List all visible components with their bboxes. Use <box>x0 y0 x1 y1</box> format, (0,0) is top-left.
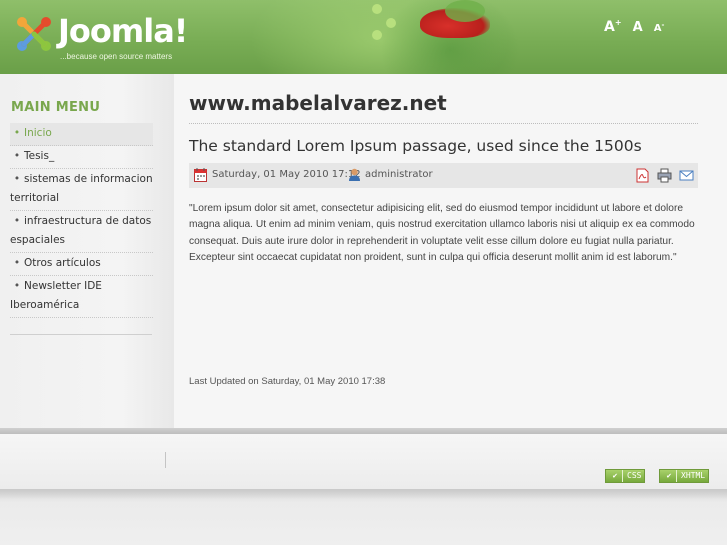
menu-item-label[interactable]: Otros artículos <box>24 257 101 269</box>
bullet-icon: • <box>13 127 21 139</box>
page-title: www.mabelalvarez.net <box>189 91 447 115</box>
menu-divider <box>10 334 152 335</box>
badge-label: XHTML <box>676 470 705 482</box>
frog-illustration <box>445 0 485 22</box>
check-icon: ✔ <box>666 471 672 480</box>
menu-item-label[interactable]: sistemas de informacion territorial <box>10 173 153 204</box>
article-date: Saturday, 01 May 2010 17:12 <box>212 169 361 180</box>
footer-separator <box>165 452 166 468</box>
bullet-icon: • <box>13 257 21 269</box>
print-icon[interactable] <box>657 168 672 183</box>
main-wrapper: MAIN MENU • Inicio • Tesis_ • sistemas de i… <box>0 74 727 432</box>
menu-item-label[interactable]: Newsletter IDE Iberoamérica <box>10 280 102 311</box>
email-icon[interactable] <box>679 168 694 183</box>
decrease-font-button[interactable]: A- <box>654 21 665 34</box>
xhtml-valid-badge[interactable]: ✔ XHTML <box>659 469 710 483</box>
main-menu: • Inicio • Tesis_ • sistemas de informacion… <box>10 123 153 318</box>
sidebar: MAIN MENU • Inicio • Tesis_ • sistemas de i… <box>0 74 174 432</box>
menu-item-inicio[interactable]: • Inicio <box>10 123 153 146</box>
check-icon: ✔ <box>612 471 618 480</box>
css-valid-badge[interactable]: ✔ CSS <box>605 469 646 483</box>
site-header: Joomla! ...because open source matters A… <box>0 0 727 74</box>
increase-font-button[interactable]: A+ <box>604 18 622 35</box>
site-footer: ✔ CSS ✔ XHTML <box>0 434 727 489</box>
pdf-icon[interactable] <box>635 168 650 183</box>
bottom-shade <box>0 489 727 499</box>
frog-toe <box>386 18 396 28</box>
menu-item-tesis[interactable]: • Tesis_ <box>10 146 153 169</box>
article-body: "Lorem ipsum dolor sit amet, consectetur… <box>189 203 695 263</box>
bullet-icon: • <box>13 215 21 227</box>
article-tools <box>633 168 694 184</box>
article-meta-bar: Saturday, 01 May 2010 17:12 administrato… <box>189 163 698 188</box>
menu-item-sistemas-de-informacion[interactable]: • sistemas de informacion territorial <box>10 169 153 211</box>
logo-tagline: ...because open source matters <box>60 52 173 61</box>
calendar-icon <box>194 168 207 182</box>
user-icon <box>349 168 360 181</box>
font-size-controls: A+ A A- <box>604 16 670 35</box>
bullet-icon: • <box>13 150 21 162</box>
bullet-icon: • <box>13 280 21 292</box>
menu-item-infraestructura-de-datos[interactable]: • infraestructura de datos espaciales <box>10 211 153 253</box>
last-updated: Last Updated on Saturday, 01 May 2010 17… <box>189 376 386 387</box>
joomla-logo-icon[interactable] <box>14 14 54 54</box>
main-menu-title: MAIN MENU <box>11 100 101 115</box>
frog-toe <box>372 4 382 14</box>
badge-label: CSS <box>622 470 641 482</box>
content-area: www.mabelalvarez.net The standard Lorem … <box>189 74 699 432</box>
heading-divider <box>189 123 698 124</box>
menu-item-label[interactable]: infraestructura de datos espaciales <box>10 215 151 246</box>
frog-toe <box>372 30 382 40</box>
menu-item-newsletter-ide[interactable]: • Newsletter IDE Iberoamérica <box>10 276 153 318</box>
article-author: administrator <box>365 169 433 180</box>
logo-wordmark[interactable]: Joomla! <box>58 12 188 50</box>
menu-item-label[interactable]: Tesis_ <box>24 150 54 162</box>
menu-item-label[interactable]: Inicio <box>24 127 52 139</box>
page-bottom-band <box>0 489 727 545</box>
menu-item-otros-articulos[interactable]: • Otros artículos <box>10 253 153 276</box>
bullet-icon: • <box>13 173 21 185</box>
article-title[interactable]: The standard Lorem Ipsum passage, used s… <box>189 137 642 155</box>
reset-font-button[interactable]: A <box>633 20 643 35</box>
